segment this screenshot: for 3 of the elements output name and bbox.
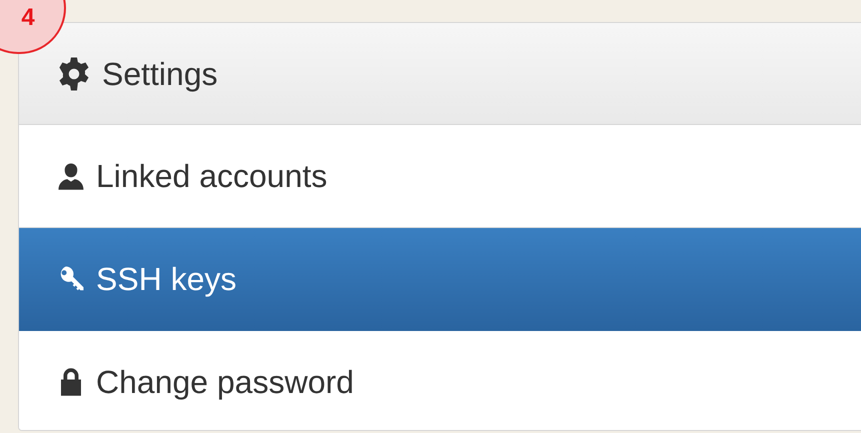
menu-item[interactable]: SSH keys [19, 228, 861, 331]
person-icon [56, 161, 86, 191]
panel-title: Settings [102, 54, 218, 94]
